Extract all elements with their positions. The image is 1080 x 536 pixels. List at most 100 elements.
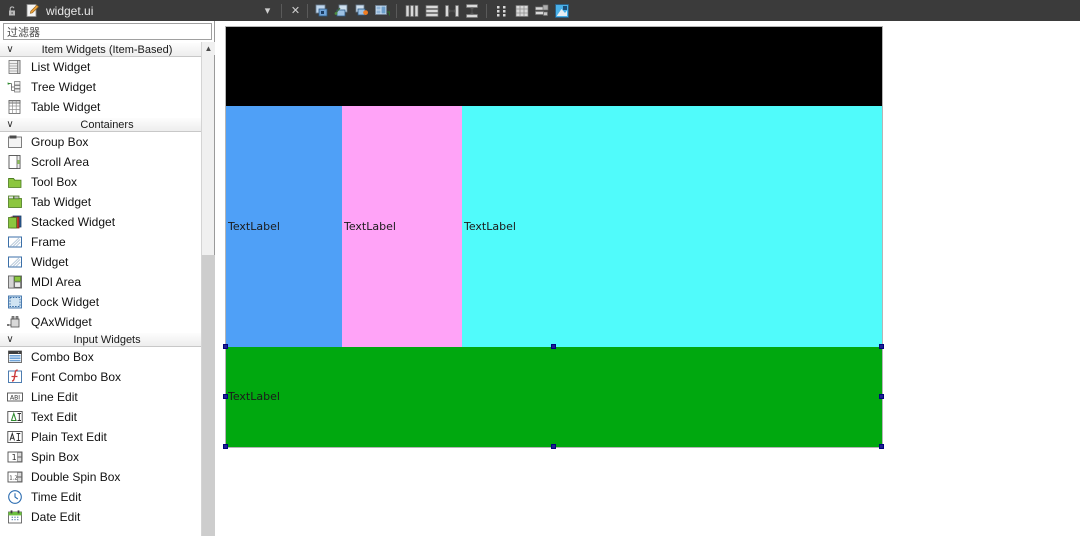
- widget-list-item[interactable]: Tree Widget: [0, 77, 214, 97]
- widget-list-item[interactable]: 1.2 Double Spin Box: [0, 467, 214, 487]
- chevron-down-icon[interactable]: ∨: [4, 119, 16, 131]
- cyan-zone[interactable]: TextLabel: [462, 106, 882, 347]
- edit-signals-slots-icon[interactable]: [332, 1, 351, 20]
- edit-buddies-icon[interactable]: [352, 1, 371, 20]
- selection-handle[interactable]: [551, 344, 556, 349]
- widget-list-item-label: Table Widget: [31, 100, 101, 114]
- widget-list-item-label: Text Edit: [31, 410, 78, 424]
- pink-zone[interactable]: TextLabel: [342, 106, 462, 347]
- widget-group-label: Input Widgets: [73, 333, 141, 346]
- widget-list-item[interactable]: MDI Area: [0, 272, 214, 292]
- widget-list-item[interactable]: Time Edit: [0, 487, 214, 507]
- list-widget-icon: [7, 59, 23, 75]
- layout-grid-icon[interactable]: [512, 1, 531, 20]
- selection-handle[interactable]: [879, 444, 884, 449]
- widget-group-label: Containers: [80, 118, 134, 131]
- unlock-icon[interactable]: [5, 4, 19, 18]
- edit-tab-order-icon[interactable]: [372, 1, 391, 20]
- widget-list-scrollbar[interactable]: ▲: [201, 42, 215, 536]
- widget-list-item[interactable]: ABI Line Edit: [0, 387, 214, 407]
- font-combo-box-icon: [7, 369, 23, 385]
- line-edit-icon: ABI: [7, 389, 23, 405]
- widget-list-item-label: Group Box: [31, 135, 89, 149]
- layout-vertically-icon[interactable]: [422, 1, 441, 20]
- widget-list-item[interactable]: Frame: [0, 232, 214, 252]
- widget-list-item[interactable]: Dock Widget: [0, 292, 214, 312]
- widget-list-item-label: Combo Box: [31, 350, 94, 364]
- widget-list-item[interactable]: List Widget: [0, 57, 214, 77]
- edit-widgets-icon[interactable]: [312, 1, 331, 20]
- selection-handle[interactable]: [223, 394, 228, 399]
- selection-handle[interactable]: [879, 344, 884, 349]
- layout-horizontal-splitter-icon[interactable]: [442, 1, 461, 20]
- close-icon[interactable]: ✕: [288, 1, 303, 20]
- form-canvas[interactable]: TextLabelTextLabelTextLabelTextLabel 嵌入式…: [215, 21, 1080, 536]
- selection-handle[interactable]: [223, 444, 228, 449]
- design-form[interactable]: TextLabel TextLabel TextLabel TextLabel: [223, 26, 884, 449]
- widget-list-item[interactable]: Stacked Widget: [0, 212, 214, 232]
- text-edit-icon: [7, 409, 23, 425]
- zone-text-label: TextLabel: [344, 219, 396, 233]
- widget-group-label: Item Widgets (Item-Based): [41, 43, 173, 56]
- plain-text-edit-icon: [7, 429, 23, 445]
- widget-group-header[interactable]: ∨ Containers: [0, 117, 214, 132]
- chevron-down-icon[interactable]: ▾: [260, 1, 275, 20]
- widget-group-header[interactable]: ∨ Input Widgets: [0, 332, 214, 347]
- blue-zone[interactable]: TextLabel: [226, 106, 342, 347]
- widget-list-item[interactable]: Tool Box: [0, 172, 214, 192]
- widget-list-item-label: Scroll Area: [31, 155, 90, 169]
- widget-list-item-label: Font Combo Box: [31, 370, 122, 384]
- widget-list-item-label: Date Edit: [31, 510, 81, 524]
- scroll-up-icon[interactable]: ▲: [202, 42, 215, 55]
- selection-handle[interactable]: [223, 344, 228, 349]
- widget-list-item[interactable]: Date Edit: [0, 507, 214, 527]
- table-widget-icon: [7, 99, 23, 115]
- widget-list-item[interactable]: Combo Box: [0, 347, 214, 367]
- widget-list[interactable]: ∨ Item Widgets (Item-Based) List Widget Tre…: [0, 42, 214, 536]
- widget-list-item[interactable]: Scroll Area: [0, 152, 214, 172]
- widget-list-item[interactable]: Plain Text Edit: [0, 427, 214, 447]
- widget-list-item[interactable]: 1 Spin Box: [0, 447, 214, 467]
- divider: [486, 3, 487, 18]
- chevron-down-icon[interactable]: ∨: [4, 334, 16, 346]
- window-controls: ▾ ✕: [260, 0, 303, 21]
- widget-list-item[interactable]: Group Box: [0, 132, 214, 152]
- widget-icon: [7, 254, 23, 270]
- black-zone[interactable]: [226, 27, 882, 106]
- layout-vertical-splitter-icon[interactable]: [462, 1, 481, 20]
- svg-text:1: 1: [12, 453, 17, 462]
- scrollbar-thumb[interactable]: [202, 255, 215, 536]
- green-zone[interactable]: TextLabel: [226, 347, 882, 447]
- widget-list-item-label: Time Edit: [31, 490, 82, 504]
- chevron-down-icon[interactable]: ∨: [4, 44, 16, 56]
- spin-box-icon: 1: [7, 449, 23, 465]
- widget-list-item-label: Tree Widget: [31, 80, 96, 94]
- adjust-size-icon[interactable]: [552, 1, 571, 20]
- time-edit-icon: [7, 489, 23, 505]
- widget-list-item-label: Dock Widget: [31, 295, 100, 309]
- filter-input[interactable]: [3, 23, 212, 40]
- tool-box-icon: [7, 174, 23, 190]
- break-layout-icon[interactable]: [532, 1, 551, 20]
- zone-text-label: TextLabel: [228, 390, 280, 403]
- frame-icon: [7, 234, 23, 250]
- widget-list-item-label: Tab Widget: [31, 195, 92, 209]
- layout-horizontally-icon[interactable]: [402, 1, 421, 20]
- widget-list-item-label: Stacked Widget: [31, 215, 116, 229]
- layout-form-icon[interactable]: [492, 1, 511, 20]
- window-title: widget.ui: [46, 3, 94, 18]
- widget-list-item[interactable]: Table Widget: [0, 97, 214, 117]
- widget-list-item[interactable]: Tab Widget: [0, 192, 214, 212]
- widget-list-item[interactable]: Font Combo Box: [0, 367, 214, 387]
- widget-list-item[interactable]: Text Edit: [0, 407, 214, 427]
- widget-list-item-label: Plain Text Edit: [31, 430, 107, 444]
- selection-handle[interactable]: [551, 444, 556, 449]
- zone-text-label: TextLabel: [464, 219, 516, 233]
- widget-list-item[interactable]: Widget: [0, 252, 214, 272]
- group-box-icon: [7, 134, 23, 150]
- scroll-area-icon: [7, 154, 23, 170]
- widget-group-header[interactable]: ∨ Item Widgets (Item-Based): [0, 42, 214, 57]
- widget-list-item-label: Line Edit: [31, 390, 78, 404]
- widget-list-item[interactable]: QAxWidget: [0, 312, 214, 332]
- selection-handle[interactable]: [879, 394, 884, 399]
